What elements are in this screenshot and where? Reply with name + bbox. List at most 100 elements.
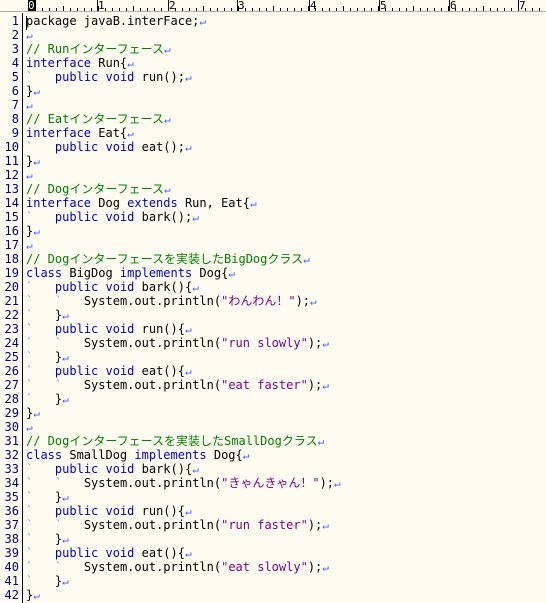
string-token: "run faster" xyxy=(221,518,308,532)
code-line[interactable]: package javaB.interFace;↵ xyxy=(26,14,206,28)
code-line[interactable]: }↵ xyxy=(26,224,40,238)
code-line[interactable]: // Dogインターフェース↵ xyxy=(26,182,171,196)
newline-mark: ↵ xyxy=(228,267,235,280)
code-line[interactable]: ` }↵ xyxy=(26,392,69,406)
code-token: eat(); xyxy=(134,140,185,154)
code-line[interactable]: ↵ xyxy=(26,28,33,42)
code-line[interactable]: ` public void eat(){↵ xyxy=(26,546,192,560)
ruler-minor-tick xyxy=(70,8,71,11)
line-number: 30 xyxy=(4,420,19,434)
newline-mark: ↵ xyxy=(322,337,329,350)
code-line[interactable]: ` ` System.out.println("わんわん！");↵ xyxy=(26,294,317,308)
code-line[interactable]: }↵ xyxy=(26,406,40,420)
code-line[interactable]: }↵ xyxy=(26,588,40,602)
code-token: ); xyxy=(295,294,311,308)
code-line[interactable]: // Dogインターフェースを実装したBigDogクラス↵ xyxy=(26,252,310,266)
newline-mark: ↵ xyxy=(127,127,134,140)
code-line[interactable]: ` }↵ xyxy=(26,350,69,364)
code-line[interactable]: ` public void bark(){↵ xyxy=(26,280,199,294)
ruler-minor-tick xyxy=(224,8,225,11)
code-token: SmallDog xyxy=(62,448,135,462)
code-token: ); xyxy=(307,336,323,350)
code-line[interactable]: ↵ xyxy=(26,98,33,112)
code-line[interactable]: ` }↵ xyxy=(26,574,69,588)
text-editor[interactable]: 01234567 1 2 3 4 5 6 7 8 9 10 11 12 13 14 15 16 17 18 19 20… xyxy=(0,0,546,603)
code-line[interactable]: ` }↵ xyxy=(26,490,69,504)
line-number: 37 xyxy=(4,518,19,532)
ruler-minor-tick xyxy=(175,8,176,11)
code-line[interactable]: ` public void run(){↵ xyxy=(26,504,192,518)
code-token: Run, Eat{ xyxy=(177,196,250,210)
code-line[interactable]: // Dogインターフェースを実装したSmallDogクラス↵ xyxy=(26,434,324,448)
code-line[interactable]: ` ` System.out.println("run faster");↵ xyxy=(26,518,329,532)
string-token: "eat slowly" xyxy=(221,560,308,574)
code-line[interactable]: ` public void eat();↵ xyxy=(26,140,192,154)
code-line[interactable]: ` ` System.out.println("run slowly");↵ xyxy=(26,336,329,350)
code-line[interactable]: class BigDog implements Dog{↵ xyxy=(26,266,235,280)
code-line[interactable]: ` ` System.out.println("きゃんきゃん！");↵ xyxy=(26,476,341,490)
line-number: 29 xyxy=(4,406,19,420)
ruler-minor-tick xyxy=(105,8,106,11)
line-number: 9 xyxy=(11,126,19,140)
keyword-token: public void xyxy=(54,322,135,336)
ruler-minor-tick xyxy=(84,8,85,11)
code-line[interactable]: ` public void run(){↵ xyxy=(26,322,192,336)
code-token: Eat{ xyxy=(91,126,128,140)
code-line[interactable]: }↵ xyxy=(26,154,40,168)
column-ruler: 01234567 xyxy=(0,0,546,12)
newline-mark: ↵ xyxy=(26,239,33,252)
ruler-minor-tick xyxy=(77,8,78,11)
code-line[interactable]: ↵ xyxy=(26,420,33,434)
code-line[interactable]: // Eatインターフェース↵ xyxy=(26,112,171,126)
line-number: 26 xyxy=(4,364,19,378)
ruler-minor-tick xyxy=(217,8,218,11)
line-number: 10 xyxy=(4,140,19,154)
code-line[interactable]: ` ` System.out.println("eat faster");↵ xyxy=(26,378,329,392)
code-line[interactable]: ` public void run();↵ xyxy=(26,70,192,84)
code-token: ); xyxy=(307,560,323,574)
code-line[interactable]: ↵ xyxy=(26,168,33,182)
ruler-minor-tick xyxy=(511,8,512,11)
code-line[interactable]: interface Run{↵ xyxy=(26,56,134,70)
line-number: 21 xyxy=(4,294,19,308)
comment-token: // Eatインターフェース xyxy=(26,112,165,126)
code-line[interactable]: ` public void eat(){↵ xyxy=(26,364,192,378)
line-number: 18 xyxy=(4,252,19,266)
code-line[interactable]: ` ` System.out.println("eat slowly");↵ xyxy=(26,560,329,574)
comment-token: // Dogインターフェースを実装したSmallDogクラス xyxy=(26,434,318,448)
code-line[interactable]: ` }↵ xyxy=(26,308,69,322)
line-number: 38 xyxy=(4,532,19,546)
code-line[interactable]: }↵ xyxy=(26,84,40,98)
ruler-minor-tick xyxy=(287,8,288,11)
keyword-token: interface xyxy=(26,196,92,210)
newline-mark: ↵ xyxy=(62,351,69,364)
line-number: 22 xyxy=(4,308,19,322)
line-number: 34 xyxy=(4,476,19,490)
line-number: 33 xyxy=(4,462,19,476)
code-line[interactable]: ` public void bark(){↵ xyxy=(26,462,199,476)
line-number: 6 xyxy=(11,84,19,98)
code-line[interactable]: interface Eat{↵ xyxy=(26,126,134,140)
code-token: ); xyxy=(307,378,323,392)
keyword-token: public void xyxy=(54,364,135,378)
code-line[interactable]: class SmallDog implements Dog{↵ xyxy=(26,448,249,462)
code-token: BigDog xyxy=(62,266,120,280)
line-number: 2 xyxy=(11,28,19,42)
code-area[interactable]: package javaB.interFace;↵ ↵// Runインターフェース… xyxy=(26,13,546,603)
code-line[interactable]: // Runインターフェース↵ xyxy=(26,42,171,56)
code-line[interactable]: interface Dog extends Run, Eat{↵ xyxy=(26,196,257,210)
ruler-minor-tick xyxy=(252,8,253,11)
line-number: 13 xyxy=(4,182,19,196)
ruler-tick xyxy=(449,0,450,11)
code-line[interactable]: ` }↵ xyxy=(26,532,69,546)
ruler-minor-tick xyxy=(42,8,43,11)
keyword-token: implements xyxy=(119,266,193,280)
code-line[interactable]: ` public void bark();↵ xyxy=(26,210,199,224)
ruler-minor-tick xyxy=(336,8,337,11)
line-number: 42 xyxy=(4,588,19,602)
code-line[interactable]: ↵ xyxy=(26,238,33,252)
